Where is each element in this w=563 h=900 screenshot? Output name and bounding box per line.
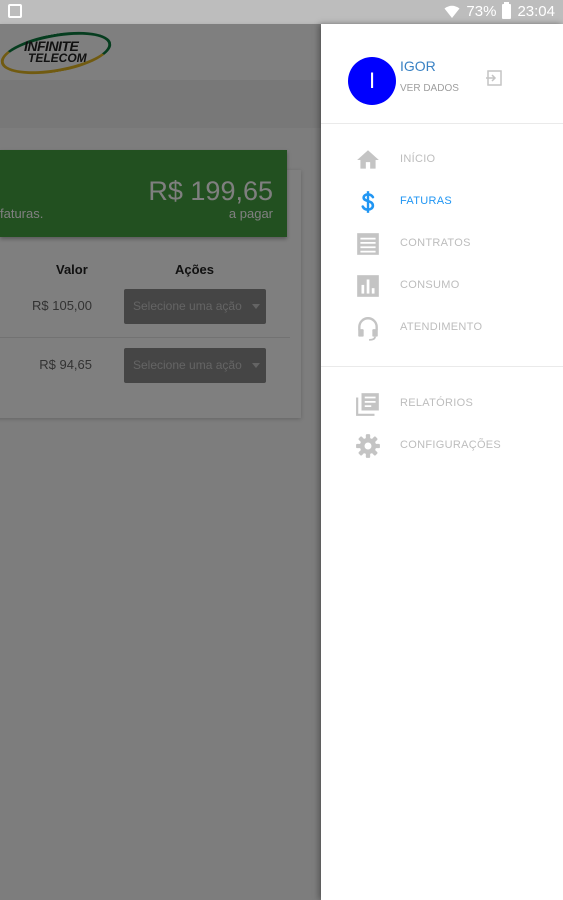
nav-item-inicio[interactable]: INÍCIO — [321, 138, 563, 180]
user-name[interactable]: IGOR — [400, 58, 436, 74]
image-notification-icon — [8, 4, 22, 18]
reports-icon — [356, 393, 379, 416]
bar-chart-icon — [357, 275, 379, 297]
list-icon — [357, 233, 379, 255]
status-bar: 73% 23:04 — [0, 0, 563, 24]
nav-item-configuracoes[interactable]: CONFIGURAÇÕES — [321, 424, 563, 466]
home-icon — [357, 150, 379, 169]
divider — [321, 366, 563, 367]
logout-icon[interactable] — [486, 70, 502, 86]
navigation-drawer: I IGOR VER DADOS INÍCIO FATURAS CONTRATO… — [321, 24, 563, 900]
battery-icon — [502, 2, 512, 19]
view-profile-link[interactable]: VER DADOS — [400, 83, 459, 94]
headset-icon — [358, 317, 378, 341]
clock: 23:04 — [517, 3, 555, 20]
nav-item-relatorios[interactable]: RELATÓRIOS — [321, 382, 563, 424]
avatar[interactable]: I — [348, 57, 396, 105]
gear-icon — [356, 434, 380, 458]
nav-item-atendimento[interactable]: ATENDIMENTO — [321, 306, 563, 348]
nav-item-contratos[interactable]: CONTRATOS — [321, 222, 563, 264]
divider — [321, 123, 563, 124]
dollar-icon — [361, 191, 375, 213]
wifi-icon — [444, 5, 460, 18]
battery-percent: 73% — [466, 3, 497, 20]
nav-item-consumo[interactable]: CONSUMO — [321, 264, 563, 306]
nav-item-faturas[interactable]: FATURAS — [321, 180, 563, 222]
